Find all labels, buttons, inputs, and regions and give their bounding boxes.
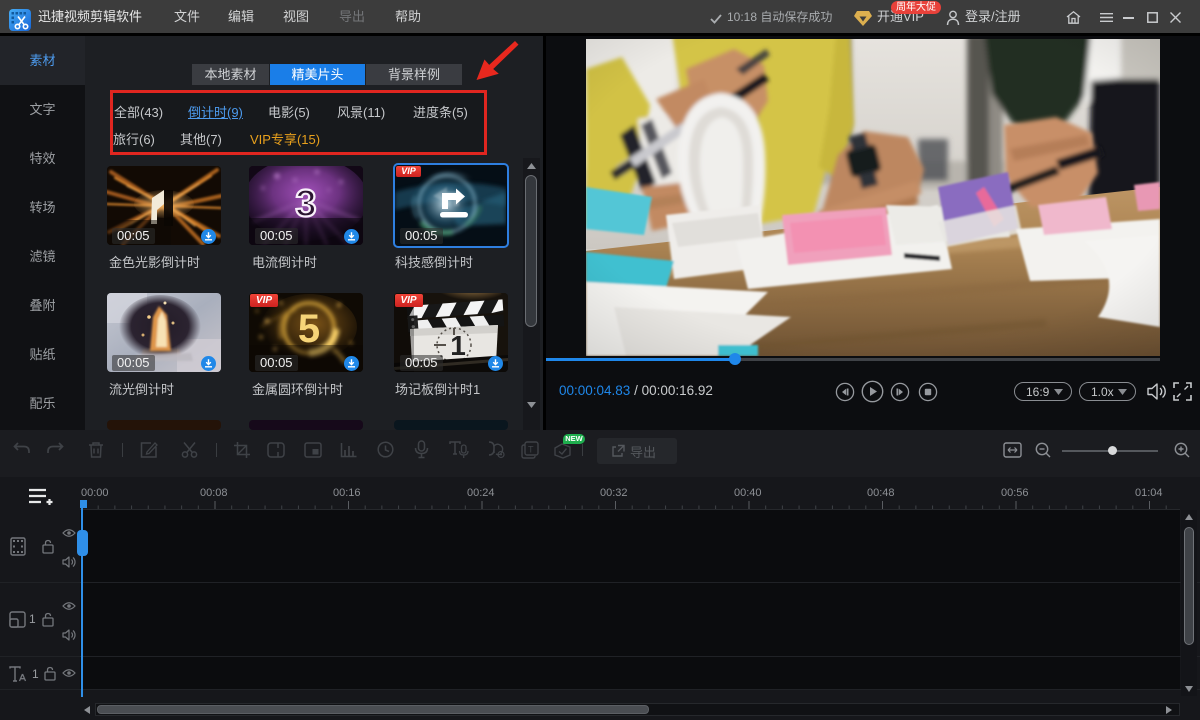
svg-text:T: T (528, 445, 534, 455)
svg-text:1: 1 (450, 330, 466, 361)
svg-text:5: 5 (298, 307, 320, 351)
